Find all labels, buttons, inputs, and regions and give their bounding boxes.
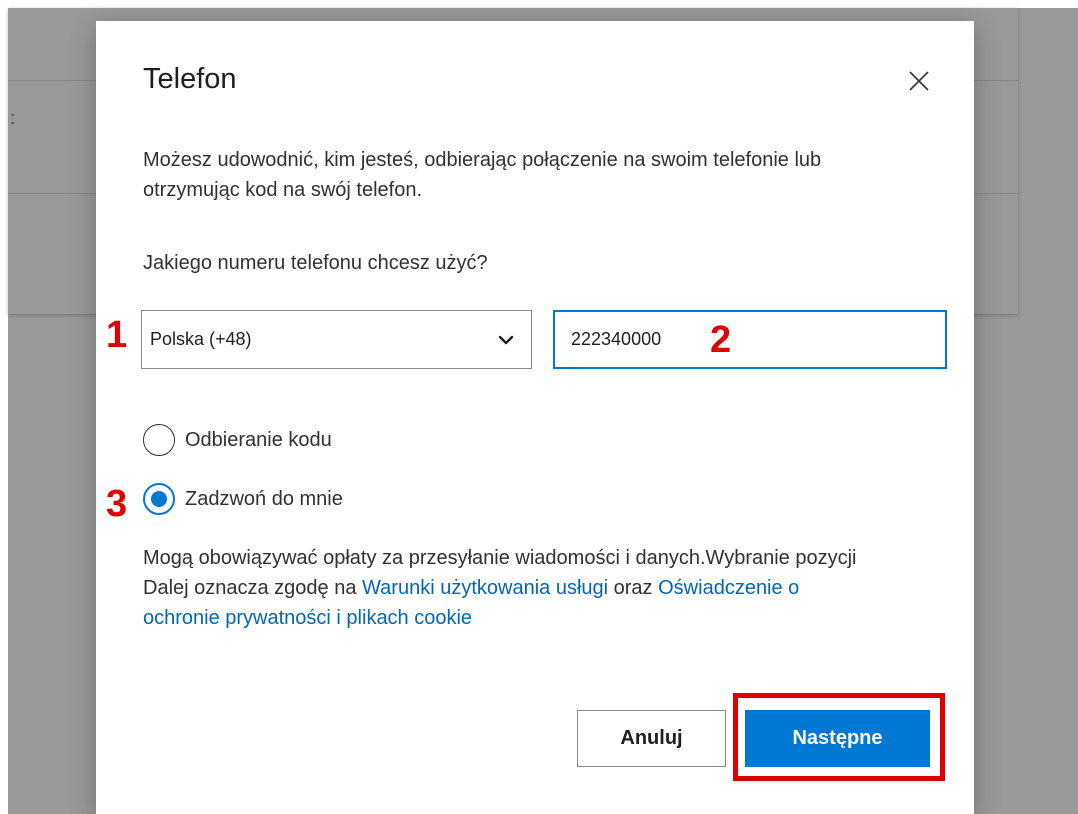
dialog-title: Telefon <box>143 63 237 95</box>
terms-of-use-link[interactable]: Warunki użytkowania usługi <box>362 577 608 599</box>
dialog-description: Możesz udowodnić, kim jesteś, odbierając… <box>143 149 822 201</box>
radio-option-call-me[interactable]: Zadzwoń do mnie <box>143 483 343 515</box>
annotation-step-1: 1 <box>106 314 128 356</box>
radio-button-checked[interactable] <box>143 483 175 515</box>
legal-text: oraz <box>608 577 659 599</box>
chevron-down-icon <box>498 335 514 344</box>
annotation-step-2: 2 <box>710 319 732 361</box>
radio-option-receive-code[interactable]: Odbieranie kodu <box>143 424 332 456</box>
country-code-select[interactable]: Polska (+48) <box>141 310 532 369</box>
annotation-step-3: 3 <box>106 483 128 525</box>
close-icon <box>909 70 929 91</box>
annotation-highlight-box <box>733 693 945 781</box>
legal-notice: Mogą obowiązywać opłaty za przesyłanie w… <box>143 543 873 633</box>
radio-label: Odbieranie kodu <box>185 428 332 451</box>
cancel-button[interactable]: Anuluj <box>577 710 726 767</box>
close-button[interactable] <box>899 62 939 102</box>
radio-dot <box>151 491 167 507</box>
radio-button-unchecked[interactable] <box>143 424 175 456</box>
phone-number-input[interactable] <box>571 329 721 350</box>
country-code-value: Polska (+48) <box>150 329 252 349</box>
radio-label: Zadzwoń do mnie <box>185 487 343 510</box>
phone-question-label: Jakiego numeru telefonu chcesz użyć? <box>143 252 488 274</box>
phone-number-field[interactable] <box>553 310 947 369</box>
